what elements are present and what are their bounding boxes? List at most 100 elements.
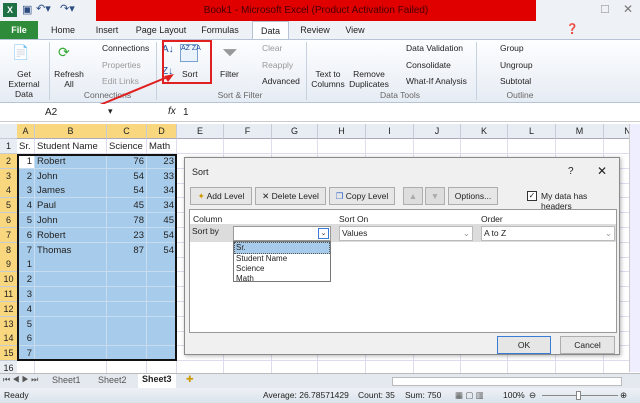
fx-icon[interactable]: fx	[168, 106, 176, 117]
row-header[interactable]: 3	[0, 168, 17, 184]
sort-on-select[interactable]: Values ⌄	[339, 226, 473, 241]
row-header[interactable]: 7	[0, 227, 17, 243]
maximize-icon[interactable]: ☐	[600, 3, 610, 16]
dialog-close-button[interactable]: ✕	[597, 164, 607, 178]
row-header[interactable]: 14	[0, 331, 17, 347]
row-header[interactable]: 15	[0, 346, 17, 362]
column-header[interactable]: D	[147, 124, 177, 139]
column-header[interactable]: J	[414, 124, 461, 139]
save-icon[interactable]: ▣	[22, 3, 32, 16]
sheet-tab-2[interactable]: Sheet2	[98, 375, 127, 385]
tab-formulas[interactable]: Formulas	[198, 21, 242, 39]
chevron-down-icon[interactable]: ⌄	[463, 227, 470, 240]
advanced-button[interactable]: Advanced	[262, 76, 300, 86]
group-button[interactable]: Group	[500, 43, 524, 53]
dropdown-option[interactable]: Sr.	[234, 242, 330, 254]
horizontal-scrollbar[interactable]	[392, 377, 622, 386]
tab-file[interactable]: File	[0, 21, 38, 39]
cell[interactable]	[556, 139, 604, 154]
cancel-button[interactable]: Cancel	[560, 336, 615, 354]
sheet-tab-1[interactable]: Sheet1	[52, 375, 81, 385]
cell[interactable]: Sr.	[17, 139, 35, 154]
column-header[interactable]: L	[508, 124, 556, 139]
formula-input[interactable]: 1	[183, 107, 189, 118]
text-to-columns-button[interactable]: Text to Columns	[310, 69, 346, 89]
cell[interactable]	[366, 139, 414, 154]
vertical-scrollbar[interactable]	[629, 124, 640, 372]
chevron-down-icon[interactable]: ⌄	[605, 227, 612, 240]
dropdown-option[interactable]: Student Name	[234, 254, 330, 264]
close-window-icon[interactable]: ✕	[623, 2, 633, 16]
filter-button[interactable]: Filter	[220, 69, 239, 79]
tab-insert[interactable]: Insert	[90, 21, 124, 39]
row-header[interactable]: 6	[0, 213, 17, 228]
cell[interactable]	[318, 139, 366, 154]
dialog-help-button[interactable]: ?	[568, 166, 574, 177]
sort-button[interactable]: Sort	[182, 69, 198, 79]
row-header[interactable]: 8	[0, 242, 17, 258]
ungroup-button[interactable]: Ungroup	[500, 60, 533, 70]
ok-button[interactable]: OK	[497, 336, 551, 354]
headers-checkbox[interactable]: ✓	[527, 191, 537, 201]
redo-icon[interactable]: ↷▾	[60, 2, 75, 15]
dropdown-option[interactable]: Math	[234, 274, 330, 284]
copy-level-button[interactable]: ❐ Copy Level	[329, 187, 395, 205]
cell[interactable]	[508, 139, 556, 154]
properties-button[interactable]: Properties	[102, 60, 141, 70]
sheet-nav-icon[interactable]: ⏮ ◀ ▶ ⏭	[3, 375, 38, 385]
delete-level-button[interactable]: ✕ Delete Level	[255, 187, 326, 205]
cell[interactable]	[272, 139, 318, 154]
select-all-corner[interactable]	[0, 124, 17, 139]
cell[interactable]	[224, 139, 272, 154]
clear-button[interactable]: Clear	[262, 43, 282, 53]
consolidate-button[interactable]: Consolidate	[406, 60, 451, 70]
name-box[interactable]: A2	[45, 107, 57, 118]
zoom-out-icon[interactable]: ⊖	[529, 388, 536, 403]
column-header[interactable]: I	[366, 124, 414, 139]
row-header[interactable]: 11	[0, 287, 17, 302]
move-down-button[interactable]: ▼	[425, 187, 445, 205]
row-header[interactable]: 12	[0, 301, 17, 317]
zoom-in-icon[interactable]: ⊕	[620, 388, 627, 403]
row-header[interactable]: 10	[0, 272, 17, 288]
cell[interactable]	[414, 139, 461, 154]
column-header[interactable]: M	[556, 124, 604, 139]
row-header[interactable]: 9	[0, 257, 17, 273]
chevron-down-icon[interactable]: ⌄	[318, 228, 329, 239]
column-header[interactable]: A	[17, 124, 35, 139]
add-level-button[interactable]: ✦ Add Level	[190, 187, 252, 205]
sort-by-select[interactable]: ⌄	[233, 226, 331, 241]
tab-home[interactable]: Home	[48, 21, 78, 39]
name-box-dropdown-icon[interactable]: ▾	[108, 106, 113, 117]
dropdown-option[interactable]: Science	[234, 264, 330, 274]
remove-duplicates-button[interactable]: Remove Duplicates	[348, 69, 390, 89]
sheet-tab-3[interactable]: Sheet3	[138, 374, 176, 388]
subtotal-button[interactable]: Subtotal	[500, 76, 531, 86]
tab-view[interactable]: View	[340, 21, 370, 39]
tab-review[interactable]: Review	[298, 21, 332, 39]
tab-page-layout[interactable]: Page Layout	[134, 21, 188, 39]
row-header[interactable]: 4	[0, 183, 17, 199]
get-external-data-button[interactable]: Get External Data	[1, 69, 47, 99]
column-header[interactable]: G	[272, 124, 318, 139]
row-header[interactable]: 5	[0, 198, 17, 214]
help-icon[interactable]: ❓	[566, 24, 578, 35]
undo-icon[interactable]: ↶▾	[36, 2, 51, 15]
cell[interactable]	[461, 139, 508, 154]
connections-button[interactable]: Connections	[102, 43, 149, 53]
column-header[interactable]: K	[461, 124, 508, 139]
column-header[interactable]: F	[224, 124, 272, 139]
cell[interactable]: Math	[147, 139, 177, 154]
view-normal-icon[interactable]: ▦ ▢ ▥	[455, 388, 484, 403]
column-header[interactable]: B	[35, 124, 107, 139]
column-header[interactable]: H	[318, 124, 366, 139]
row-header[interactable]: 1	[0, 139, 17, 154]
options-button[interactable]: Options...	[448, 187, 498, 205]
new-sheet-icon[interactable]: ✚	[186, 374, 194, 385]
reapply-button[interactable]: Reapply	[262, 60, 293, 70]
data-validation-button[interactable]: Data Validation	[406, 43, 463, 53]
tab-data[interactable]: Data	[252, 21, 289, 39]
row-header[interactable]: 2	[0, 153, 17, 169]
zoom-slider-handle[interactable]	[576, 391, 581, 400]
cell[interactable]	[177, 139, 224, 154]
